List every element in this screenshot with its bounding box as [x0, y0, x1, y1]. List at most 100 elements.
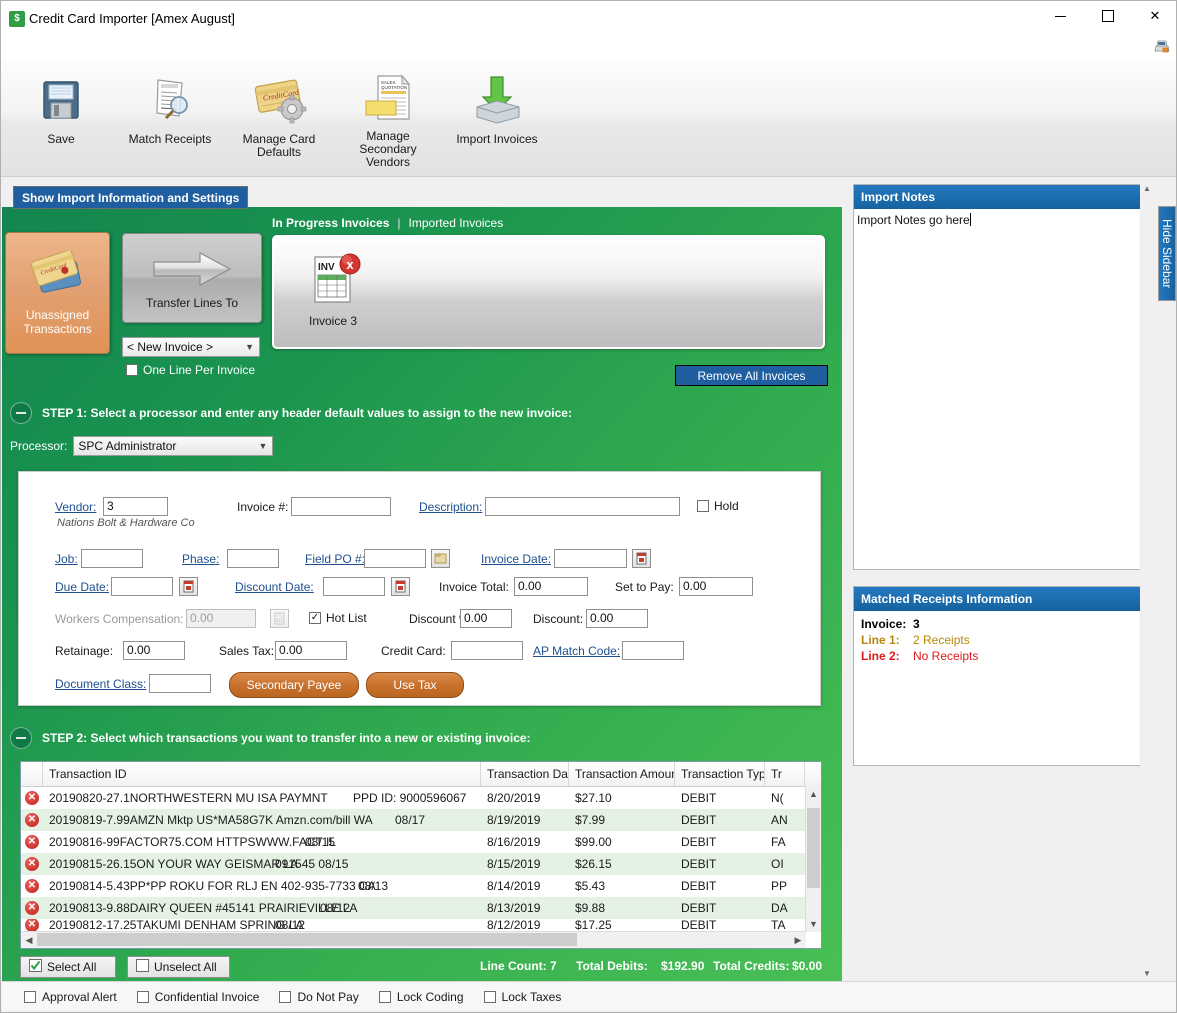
secondary-payee-button[interactable]: Secondary Payee [229, 672, 359, 698]
field-po-label[interactable]: Field PO #: [305, 552, 365, 566]
tab-in-progress-invoices[interactable]: In Progress Invoices [272, 216, 389, 230]
minimize-button[interactable] [1037, 1, 1083, 31]
grid-header-transaction-id[interactable]: Transaction ID [43, 762, 481, 786]
do-not-pay-row[interactable]: Do Not Pay [279, 990, 359, 1004]
confidential-invoice-row[interactable]: Confidential Invoice [136, 990, 259, 1004]
remove-all-invoices-button[interactable]: Remove All Invoices [675, 365, 828, 386]
toolbar-save-button[interactable]: Save [6, 69, 116, 169]
document-class-label[interactable]: Document Class: [55, 677, 146, 691]
grid-vertical-scroll-thumb[interactable] [807, 808, 820, 888]
unselect-all-button[interactable]: Unselect All [127, 956, 230, 978]
remove-row-icon[interactable]: ✕ [25, 857, 39, 871]
remove-row-icon[interactable]: ✕ [25, 813, 39, 827]
invoice-date-input[interactable] [554, 549, 627, 568]
table-row[interactable]: ✕ 20190820-27.1NORTHWESTERN MU ISA PAYMN… [21, 787, 821, 809]
table-row[interactable]: ✕ 20190814-5.43PP*PP ROKU FOR RLJ EN 402… [21, 875, 821, 897]
do-not-pay-checkbox[interactable] [279, 990, 292, 1003]
scroll-up-icon[interactable]: ▲ [806, 786, 821, 802]
row-remove-icon-cell[interactable]: ✕ [21, 813, 43, 827]
vendor-input[interactable]: 3 [103, 497, 168, 516]
scroll-down-icon[interactable]: ▼ [1140, 966, 1154, 981]
table-row[interactable]: ✕ 20190812-17.25TAKUMI DENHAM SPRING LA … [21, 919, 821, 931]
toolbar-match-receipts-button[interactable]: Match Receipts [115, 69, 225, 169]
phase-input[interactable] [227, 549, 279, 568]
sidebar-scrollbar[interactable]: ▲ ▼ [1140, 181, 1154, 981]
close-button[interactable]: ✕ [1132, 1, 1176, 31]
lock-coding-row[interactable]: Lock Coding [378, 990, 464, 1004]
lock-taxes-checkbox[interactable] [483, 990, 496, 1003]
due-date-input[interactable] [111, 577, 173, 596]
sales-tax-input[interactable]: 0.00 [275, 641, 347, 660]
transfer-lines-to-button[interactable]: Transfer Lines To [122, 233, 262, 323]
row-remove-icon-cell[interactable]: ✕ [21, 919, 43, 931]
vendor-label[interactable]: Vendor: [55, 500, 96, 514]
grid-header-transaction-tr[interactable]: Tr [765, 762, 805, 786]
row-remove-icon-cell[interactable]: ✕ [21, 791, 43, 805]
table-row[interactable]: ✕ 20190813-9.88DAIRY QUEEN #45141 PRAIRI… [21, 897, 821, 919]
row-remove-icon-cell[interactable]: ✕ [21, 835, 43, 849]
credit-card-input[interactable] [451, 641, 523, 660]
phase-label[interactable]: Phase: [182, 552, 219, 566]
table-row[interactable]: ✕ 20190816-99FACTOR75.COM HTTPSWWW.FACT … [21, 831, 821, 853]
due-date-label[interactable]: Due Date: [55, 580, 109, 594]
toolbar-manage-secondary-vendors-button[interactable]: SALES QUOTATION Manage Secondary Vendors [333, 69, 443, 169]
processor-dropdown[interactable]: SPC Administrator ▼ [73, 436, 274, 456]
show-import-information-and-settings-tab[interactable]: Show Import Information and Settings [13, 186, 249, 209]
approval-alert-checkbox[interactable] [24, 990, 36, 1003]
new-invoice-dropdown[interactable]: < New Invoice > ▼ [122, 337, 260, 357]
scroll-down-icon[interactable]: ▼ [806, 916, 821, 932]
step1-collapse-icon[interactable] [10, 402, 32, 424]
document-class-input[interactable] [149, 674, 211, 693]
retainage-input[interactable]: 0.00 [123, 641, 185, 660]
table-row[interactable]: ✕ 20190819-7.99AMZN Mktp US*MA58G7K Amzn… [21, 809, 821, 831]
invoice-number-input[interactable] [291, 497, 391, 516]
row-remove-icon-cell[interactable]: ✕ [21, 901, 43, 915]
step2-collapse-icon[interactable] [10, 727, 32, 749]
invoice-total-input[interactable]: 0.00 [514, 577, 588, 596]
grid-header-transaction-amount[interactable]: Transaction Amount [569, 762, 675, 786]
discount-date-calendar-button[interactable] [391, 577, 410, 596]
ap-match-code-input[interactable] [622, 641, 684, 660]
lock-taxes-row[interactable]: Lock Taxes [483, 990, 561, 1004]
grid-header-transaction-type[interactable]: Transaction Type [675, 762, 765, 786]
description-input[interactable] [485, 497, 680, 516]
import-notes-textarea[interactable]: Import Notes go here ▲ ▼ [854, 209, 1153, 569]
invoice-remove-badge-icon[interactable]: x [339, 253, 361, 275]
invoice-date-calendar-button[interactable] [632, 549, 651, 568]
hot-list-checkbox[interactable]: ✓ [309, 612, 321, 624]
grid-horizontal-scrollbar[interactable]: ◀ ▶ [21, 931, 806, 948]
one-line-per-invoice-checkbox[interactable] [126, 364, 138, 376]
hot-list-checkbox-row[interactable]: ✓ Hot List [309, 611, 367, 625]
select-all-button[interactable]: Select All [20, 956, 116, 978]
row-remove-icon-cell[interactable]: ✕ [21, 879, 43, 893]
discount-date-input[interactable] [323, 577, 385, 596]
remove-row-icon[interactable]: ✕ [25, 791, 39, 805]
printer-icon[interactable] [1153, 39, 1171, 53]
toolbar-manage-card-defaults-button[interactable]: CreditCard Manage Card Defaults [224, 69, 334, 169]
hold-checkbox-row[interactable]: Hold [697, 499, 739, 513]
set-to-pay-input[interactable]: 0.00 [679, 577, 753, 596]
one-line-per-invoice-row[interactable]: One Line Per Invoice [126, 363, 255, 377]
grid-header-transaction-date[interactable]: Transaction Date [481, 762, 569, 786]
invoice-date-label[interactable]: Invoice Date: [481, 552, 551, 566]
discount-percent-input[interactable]: 0.00 [460, 609, 512, 628]
grid-vertical-scrollbar[interactable]: ▲ ▼ [805, 786, 821, 932]
due-date-calendar-button[interactable] [179, 577, 198, 596]
job-label[interactable]: Job: [55, 552, 78, 566]
description-label[interactable]: Description: [419, 500, 482, 514]
unassigned-transactions-card[interactable]: CreditCard Unassigned Transactions [5, 232, 110, 354]
discount-input[interactable]: 0.00 [586, 609, 648, 628]
use-tax-button[interactable]: Use Tax [366, 672, 464, 698]
discount-date-label[interactable]: Discount Date: [235, 580, 314, 594]
invoice-item[interactable]: INV x Invoice 3 [298, 253, 368, 328]
ap-match-code-label[interactable]: AP Match Code: [533, 644, 620, 658]
remove-row-icon[interactable]: ✕ [25, 879, 39, 893]
tab-imported-invoices[interactable]: Imported Invoices [409, 216, 504, 230]
maximize-button[interactable] [1085, 1, 1131, 31]
row-remove-icon-cell[interactable]: ✕ [21, 857, 43, 871]
remove-row-icon[interactable]: ✕ [25, 901, 39, 915]
hide-sidebar-tab[interactable]: Hide Sidebar [1158, 206, 1176, 301]
hold-checkbox[interactable] [697, 500, 709, 512]
toolbar-import-invoices-button[interactable]: Import Invoices [442, 69, 552, 169]
scroll-up-icon[interactable]: ▲ [1140, 181, 1154, 196]
